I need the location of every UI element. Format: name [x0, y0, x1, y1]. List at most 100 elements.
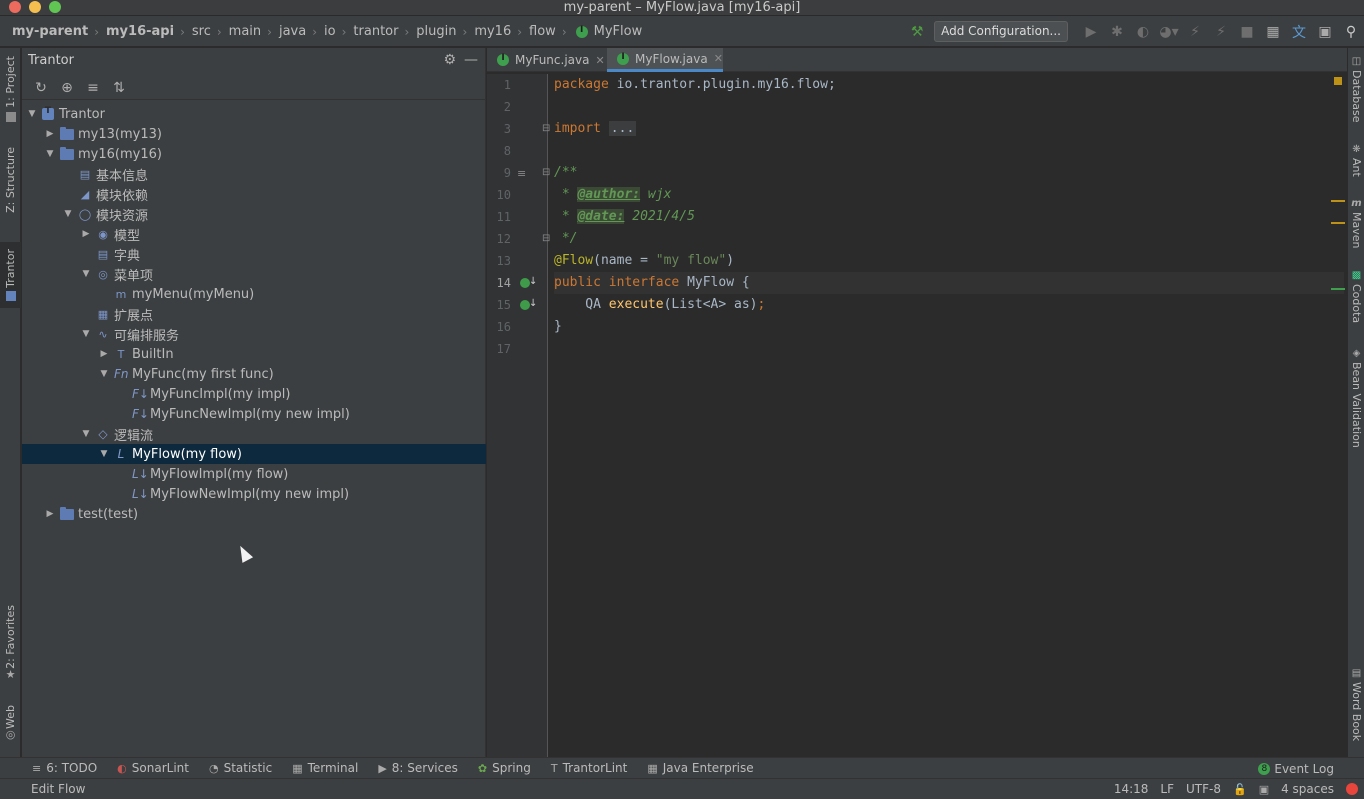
breadcrumb-item[interactable]: my-parent ›	[12, 24, 106, 39]
breadcrumb-item[interactable]: MyFlow	[574, 24, 642, 39]
tab-codota[interactable]: ▩ Codota	[1348, 270, 1364, 323]
run-icon[interactable]: ▶	[1078, 20, 1104, 44]
tab-web[interactable]: Web ◎	[0, 700, 21, 746]
project-structure-icon[interactable]: ▦	[1260, 20, 1286, 44]
attach-debugger-icon[interactable]: ⚡	[1182, 20, 1208, 44]
event-log-button[interactable]: 8 Event Log	[1258, 758, 1334, 779]
sonarlint-button[interactable]: ◐ SonarLint	[117, 761, 189, 775]
tree-item[interactable]: ▶ my13(my13)	[22, 124, 486, 144]
tree-item[interactable]: ▶ ◉ 模型	[22, 224, 486, 244]
file-encoding[interactable]: UTF-8	[1186, 782, 1221, 796]
expand-arrow-icon[interactable]: ▼	[26, 109, 38, 119]
tree-item[interactable]: ▶ test(test)	[22, 504, 486, 524]
collapse-arrow-icon[interactable]: ▶	[98, 349, 110, 359]
expand-arrow-icon[interactable]: ▼	[98, 449, 110, 459]
fold-icon[interactable]: ⊟	[542, 123, 550, 134]
implementation-marker[interactable]	[1331, 288, 1345, 290]
fold-icon[interactable]: ⊟	[542, 167, 550, 178]
breadcrumb-item[interactable]: trantor ›	[353, 24, 416, 39]
tree-item[interactable]: ▼ Fn MyFunc(my first func)	[22, 364, 486, 384]
tree-item[interactable]: ▶ T BuiltIn	[22, 344, 486, 364]
line-separator[interactable]: LF	[1160, 782, 1174, 796]
warning-marker[interactable]	[1334, 77, 1342, 85]
tab-word-book[interactable]: ▤ Word Book	[1348, 668, 1364, 741]
tree-item[interactable]: ▶◢模块依赖	[22, 184, 486, 204]
refresh-icon[interactable]: ↻	[28, 78, 54, 98]
terminal-icon[interactable]: ▣	[1259, 783, 1269, 796]
build-hammer-icon[interactable]: ⚒	[904, 20, 930, 44]
tree-item[interactable]: ▶▦扩展点	[22, 304, 486, 324]
stop-debugger-icon[interactable]: ⚡	[1208, 20, 1234, 44]
profile-icon[interactable]: ◕▾	[1156, 20, 1182, 44]
search-icon[interactable]: ⚲	[1338, 20, 1364, 44]
breadcrumb-item[interactable]: main ›	[229, 24, 279, 39]
collapse-arrow-icon[interactable]: ▶	[44, 509, 56, 519]
breadcrumb-item[interactable]: my16-api ›	[106, 24, 192, 39]
tab-trantor[interactable]: Trantor	[0, 242, 21, 308]
gear-icon[interactable]: ⚙	[443, 52, 456, 68]
warning-marker[interactable]	[1331, 200, 1345, 202]
expand-arrow-icon[interactable]: ▼	[62, 209, 74, 219]
tree-item[interactable]: ▼ ◎ 菜单项	[22, 264, 486, 284]
close-icon[interactable]: ✕	[595, 54, 604, 67]
tab-database[interactable]: ◫ Database	[1348, 56, 1364, 123]
statistic-button[interactable]: ◔ Statistic	[209, 761, 272, 775]
stop-icon[interactable]: ■	[1234, 20, 1260, 44]
indent-setting[interactable]: 4 spaces	[1281, 782, 1334, 796]
tab-ant[interactable]: ❋ Ant	[1348, 144, 1364, 177]
warning-marker[interactable]	[1331, 222, 1345, 224]
spring-button[interactable]: ✿ Spring	[478, 761, 531, 775]
expand-arrow-icon[interactable]: ▼	[80, 429, 92, 439]
expand-arrow-icon[interactable]: ▼	[80, 269, 92, 279]
terminal-button[interactable]: ▦ Terminal	[292, 761, 358, 775]
translate-icon[interactable]: 文	[1286, 20, 1312, 44]
tree-item[interactable]: ▶F↓MyFuncNewImpl(my new impl)	[22, 404, 486, 424]
breadcrumb-item[interactable]: java ›	[279, 24, 324, 39]
collapse-arrow-icon[interactable]: ▶	[80, 229, 92, 239]
doc-render-icon[interactable]: ≡	[517, 167, 526, 180]
tree-item[interactable]: ▶▤字典	[22, 244, 486, 264]
breadcrumb-item[interactable]: plugin ›	[416, 24, 474, 39]
tab-maven[interactable]: m Maven	[1348, 198, 1364, 248]
google-icon[interactable]	[1346, 783, 1358, 795]
tab-structure[interactable]: Z: Structure	[0, 140, 21, 220]
tree-item[interactable]: ▼ Trantor	[22, 104, 486, 124]
tree-item[interactable]: ▼ my16(my16)	[22, 144, 486, 164]
debug-icon[interactable]: ✱	[1104, 20, 1130, 44]
tab-bean-validation[interactable]: ◈ Bean Validation	[1348, 348, 1364, 448]
todo-button[interactable]: ≡ 6: TODO	[32, 761, 97, 775]
expand-arrow-icon[interactable]: ▼	[80, 329, 92, 339]
breadcrumb-item[interactable]: flow ›	[529, 24, 574, 39]
breadcrumb-item[interactable]: src ›	[192, 24, 229, 39]
hide-panel-icon[interactable]: —	[464, 52, 478, 68]
close-icon[interactable]: ✕	[714, 52, 723, 65]
caret-position[interactable]: 14:18	[1114, 782, 1149, 796]
trantorlint-button[interactable]: T TrantorLint	[551, 761, 628, 775]
folded-imports[interactable]: ...	[608, 121, 637, 136]
presentation-icon[interactable]: ▣	[1312, 20, 1338, 44]
expand-arrow-icon[interactable]: ▼	[44, 149, 56, 159]
collapse-arrow-icon[interactable]: ▶	[44, 129, 56, 139]
collapse-all-icon[interactable]: ⇅	[106, 78, 132, 98]
tree-item[interactable]: ▶L↓MyFlowNewImpl(my new impl)	[22, 484, 486, 504]
tree-item[interactable]: ▶F↓MyFuncImpl(my impl)	[22, 384, 486, 404]
fold-icon[interactable]: ⊟	[542, 233, 550, 244]
expand-all-icon[interactable]: ≡	[80, 78, 106, 98]
tree-item[interactable]: ▼ L MyFlow(my flow)	[22, 444, 486, 464]
services-button[interactable]: ▶ 8: Services	[378, 761, 458, 775]
breadcrumb-item[interactable]: io ›	[324, 24, 353, 39]
tree-item[interactable]: ▼ ∿ 可编排服务	[22, 324, 486, 344]
tab-myflow[interactable]: MyFlow.java ✕	[607, 48, 723, 72]
lock-icon[interactable]: 🔓	[1233, 783, 1247, 796]
tree-item[interactable]: ▶L↓MyFlowImpl(my flow)	[22, 464, 486, 484]
breadcrumb-item[interactable]: my16 ›	[474, 24, 529, 39]
tab-project[interactable]: 1: Project	[0, 52, 21, 126]
locate-icon[interactable]: ⊕	[54, 78, 80, 98]
tree-item[interactable]: ▶▤基本信息	[22, 164, 486, 184]
add-configuration-button[interactable]: Add Configuration...	[934, 21, 1068, 42]
coverage-icon[interactable]: ◐	[1130, 20, 1156, 44]
tab-myfunc[interactable]: MyFunc.java ✕	[487, 48, 607, 72]
expand-arrow-icon[interactable]: ▼	[98, 369, 110, 379]
tree-item[interactable]: ▼ ◯ 模块资源	[22, 204, 486, 224]
tree-item[interactable]: ▶mmyMenu(myMenu)	[22, 284, 486, 304]
